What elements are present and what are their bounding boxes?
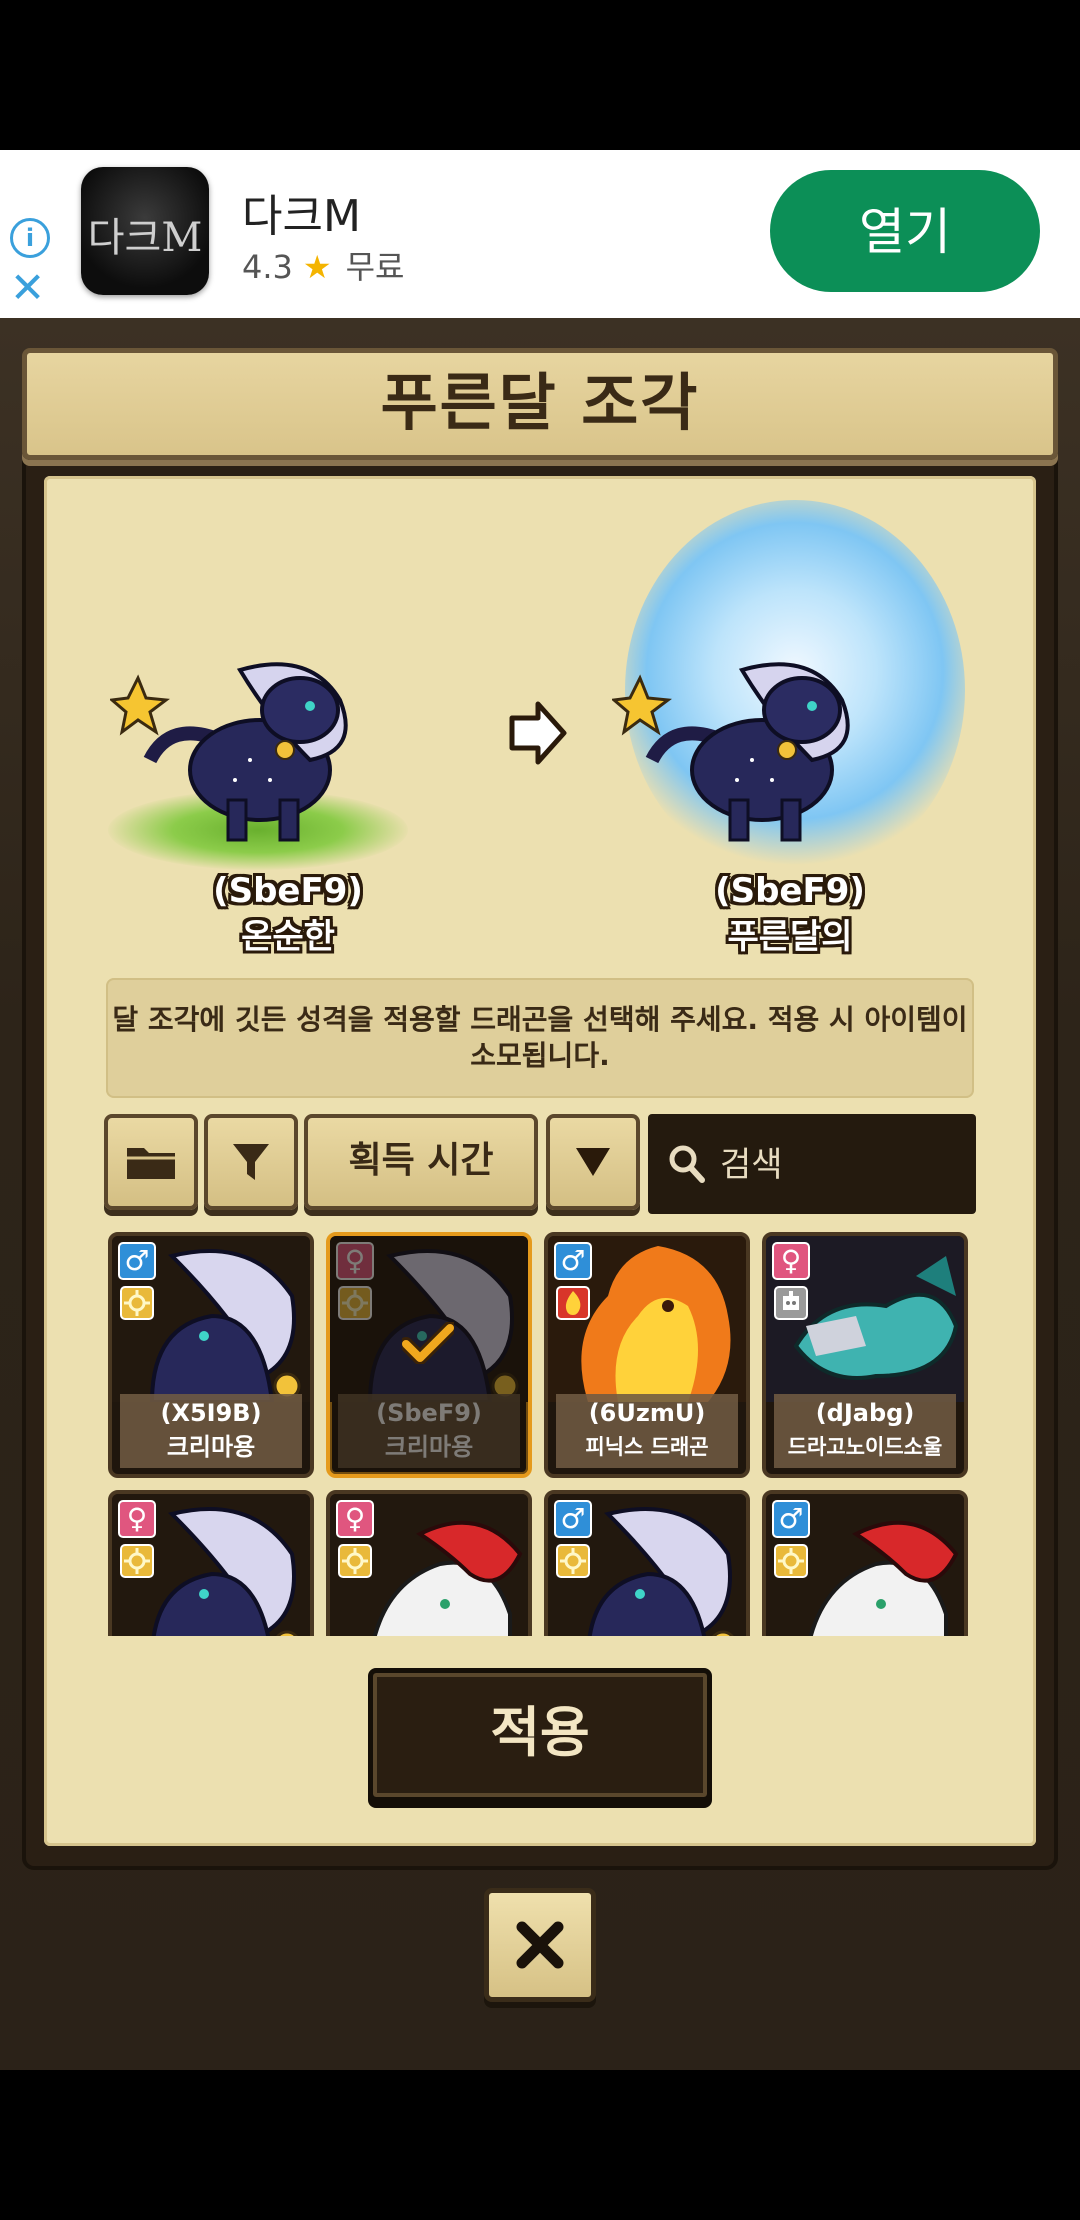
before-dragon-label: (SbeF9) 온순한 bbox=[158, 868, 418, 960]
light-element-icon bbox=[124, 1290, 150, 1316]
close-x-icon[interactable]: ✕ bbox=[10, 266, 45, 310]
dragon-card[interactable]: ♂ bbox=[762, 1490, 968, 1636]
triangle-down-icon bbox=[576, 1148, 610, 1176]
checkmark-icon bbox=[402, 1322, 454, 1364]
light-element-badge bbox=[556, 1544, 590, 1578]
fire-element-badge bbox=[556, 1286, 590, 1320]
close-button[interactable] bbox=[484, 1888, 596, 2002]
sort-button[interactable]: 획득 시간 bbox=[304, 1114, 538, 1210]
folder-icon bbox=[127, 1148, 175, 1179]
sort-direction-button[interactable] bbox=[546, 1114, 640, 1210]
male-gender-icon: ♂ bbox=[554, 1242, 592, 1280]
light-element-badge bbox=[774, 1544, 808, 1578]
dragon-card[interactable]: ♂ bbox=[544, 1490, 750, 1636]
status-bar bbox=[0, 0, 1080, 150]
after-dragon-label: (SbeF9) 푸른달의 bbox=[660, 868, 920, 960]
folder-button[interactable] bbox=[104, 1114, 198, 1210]
dialog-title-banner: 푸른달 조각 bbox=[22, 348, 1058, 460]
info-icon[interactable]: i bbox=[10, 218, 50, 258]
female-gender-icon: ♀ bbox=[336, 1500, 374, 1538]
dialog-title: 푸른달 조각 bbox=[380, 366, 700, 439]
arrow-right-icon bbox=[509, 701, 567, 765]
dragon-card[interactable]: ♀ (dJabg) 드라고노이드소울 bbox=[762, 1232, 968, 1478]
male-gender-icon: ♂ bbox=[772, 1500, 810, 1538]
ad-logo-text: 다크M bbox=[87, 215, 203, 261]
machine-element-badge bbox=[774, 1286, 808, 1320]
male-gender-icon: ♂ bbox=[118, 1242, 156, 1280]
dragon-card[interactable]: ♂ (X5I9B) 크리마용 bbox=[108, 1232, 314, 1478]
dragon-card[interactable]: ♀(SbeF9)크리마용 bbox=[326, 1232, 532, 1478]
dragon-card-label: (X5I9B) 크리마용 bbox=[120, 1394, 302, 1468]
dragon-code: (6UzmU) bbox=[588, 1399, 706, 1427]
ad-rating-row: 4.3 ★ 무료 bbox=[242, 242, 404, 288]
dragon-name: 드라고노이드소울 bbox=[787, 1435, 943, 1459]
close-x-icon bbox=[516, 1921, 564, 1969]
dragon-before-image bbox=[108, 640, 370, 860]
dragon-name: 피닉스 드래곤 bbox=[585, 1435, 709, 1459]
female-gender-icon: ♀ bbox=[118, 1500, 156, 1538]
search-icon bbox=[669, 1145, 705, 1183]
machine-element-icon bbox=[783, 1291, 799, 1310]
dragon-card[interactable]: ♂ (6UzmU) 피닉스 드래곤 bbox=[544, 1232, 750, 1478]
light-element-badge bbox=[120, 1286, 154, 1320]
light-element-badge bbox=[338, 1544, 372, 1578]
dragon-name: 크리마용 bbox=[166, 1433, 256, 1461]
ad-app-logo[interactable]: 다크M bbox=[81, 167, 209, 295]
filter-icon bbox=[233, 1144, 269, 1180]
search-input[interactable] bbox=[718, 1134, 962, 1196]
before-code: (SbeF9) bbox=[213, 871, 363, 911]
light-element-icon bbox=[342, 1548, 368, 1574]
instruction-text: 달 조각에 깃든 성격을 적용할 드래곤을 선택해 주세요. 적용 시 아이템이… bbox=[106, 978, 974, 1098]
after-code: (SbeF9) bbox=[715, 871, 865, 911]
light-element-icon bbox=[560, 1548, 586, 1574]
star-icon: ★ bbox=[302, 248, 332, 286]
ad-price: 무료 bbox=[345, 248, 405, 286]
before-trait: 온순한 bbox=[241, 917, 335, 957]
dragon-card[interactable]: ♀ bbox=[326, 1490, 532, 1636]
ad-app-name: 다크M bbox=[242, 191, 361, 242]
dragon-after-image bbox=[610, 640, 872, 860]
dragon-code: (dJabg) bbox=[815, 1399, 915, 1427]
navigation-bar bbox=[0, 2070, 1080, 2220]
ad-rating: 4.3 bbox=[242, 248, 293, 286]
dragon-card[interactable]: ♀ bbox=[108, 1490, 314, 1636]
apply-button[interactable]: 적용 bbox=[368, 1668, 712, 1802]
sort-label: 획득 시간 bbox=[348, 1140, 494, 1181]
dragon-grid[interactable]: ♂ (X5I9B) 크리마용 ♀(SbeF9)크리마용 ♂ (6UzmU) 피닉스 드래곤 ♀… bbox=[108, 1232, 978, 1636]
dragon-code: (X5I9B) bbox=[160, 1399, 262, 1427]
dragon-card-label: (6UzmU) 피닉스 드래곤 bbox=[556, 1394, 738, 1468]
light-element-icon bbox=[778, 1548, 804, 1574]
light-element-icon bbox=[124, 1548, 150, 1574]
search-box[interactable] bbox=[648, 1114, 976, 1214]
fire-element-icon bbox=[565, 1291, 581, 1315]
light-element-badge bbox=[120, 1544, 154, 1578]
after-trait: 푸른달의 bbox=[727, 917, 853, 957]
female-gender-icon: ♀ bbox=[772, 1242, 810, 1280]
dragon-card-label: (dJabg) 드라고노이드소울 bbox=[774, 1394, 956, 1468]
male-gender-icon: ♂ bbox=[554, 1500, 592, 1538]
ad-open-button[interactable]: 열기 bbox=[770, 170, 1040, 292]
filter-button[interactable] bbox=[204, 1114, 298, 1210]
